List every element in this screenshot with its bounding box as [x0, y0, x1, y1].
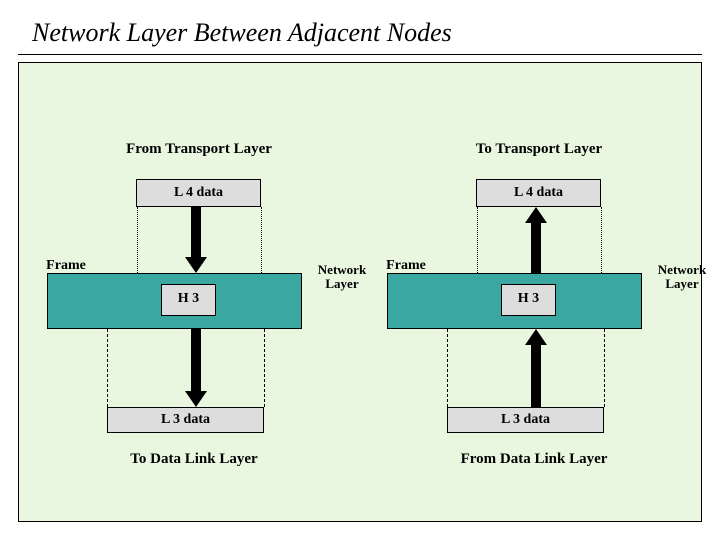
right-l4-guide-right — [601, 207, 602, 273]
left-top-label: From Transport Layer — [109, 141, 289, 158]
left-h3-box: H 3 — [161, 284, 216, 316]
title-underline — [18, 54, 702, 55]
right-top-label: To Transport Layer — [449, 141, 629, 158]
right-l4-box: L 4 data — [476, 179, 601, 207]
right-nl-line1: Network — [658, 262, 706, 277]
left-l3-guide-right — [264, 329, 265, 407]
left-l4-guide-right — [261, 207, 262, 273]
left-down-arrow-top-icon — [185, 207, 207, 275]
right-bottom-label: From Data Link Layer — [439, 451, 629, 468]
left-down-arrow-bottom-icon — [185, 329, 207, 409]
left-frame-label: Frame — [36, 258, 96, 274]
right-l3-guide-left — [447, 329, 448, 407]
left-network-layer-label: Network Layer — [307, 263, 377, 292]
left-nl-line1: Network — [318, 262, 366, 277]
left-nl-line2: Layer — [325, 276, 358, 291]
left-bottom-label: To Data Link Layer — [109, 451, 279, 468]
right-nl-line2: Layer — [665, 276, 698, 291]
left-l4-guide-left — [137, 207, 138, 273]
slide-title: Network Layer Between Adjacent Nodes — [32, 18, 452, 48]
left-l3-box: L 3 data — [107, 407, 264, 433]
right-frame-label: Frame — [376, 258, 436, 274]
right-l3-guide-right — [604, 329, 605, 407]
left-l3-guide-left — [107, 329, 108, 407]
right-h3-box: H 3 — [501, 284, 556, 316]
right-l3-box: L 3 data — [447, 407, 604, 433]
right-up-arrow-top-icon — [525, 207, 547, 275]
right-network-layer-label: Network Layer — [647, 263, 717, 292]
right-up-arrow-bottom-icon — [525, 329, 547, 409]
right-l4-guide-left — [477, 207, 478, 273]
left-l4-box: L 4 data — [136, 179, 261, 207]
diagram-canvas: From Transport Layer L 4 data Frame H 3 … — [18, 62, 702, 522]
